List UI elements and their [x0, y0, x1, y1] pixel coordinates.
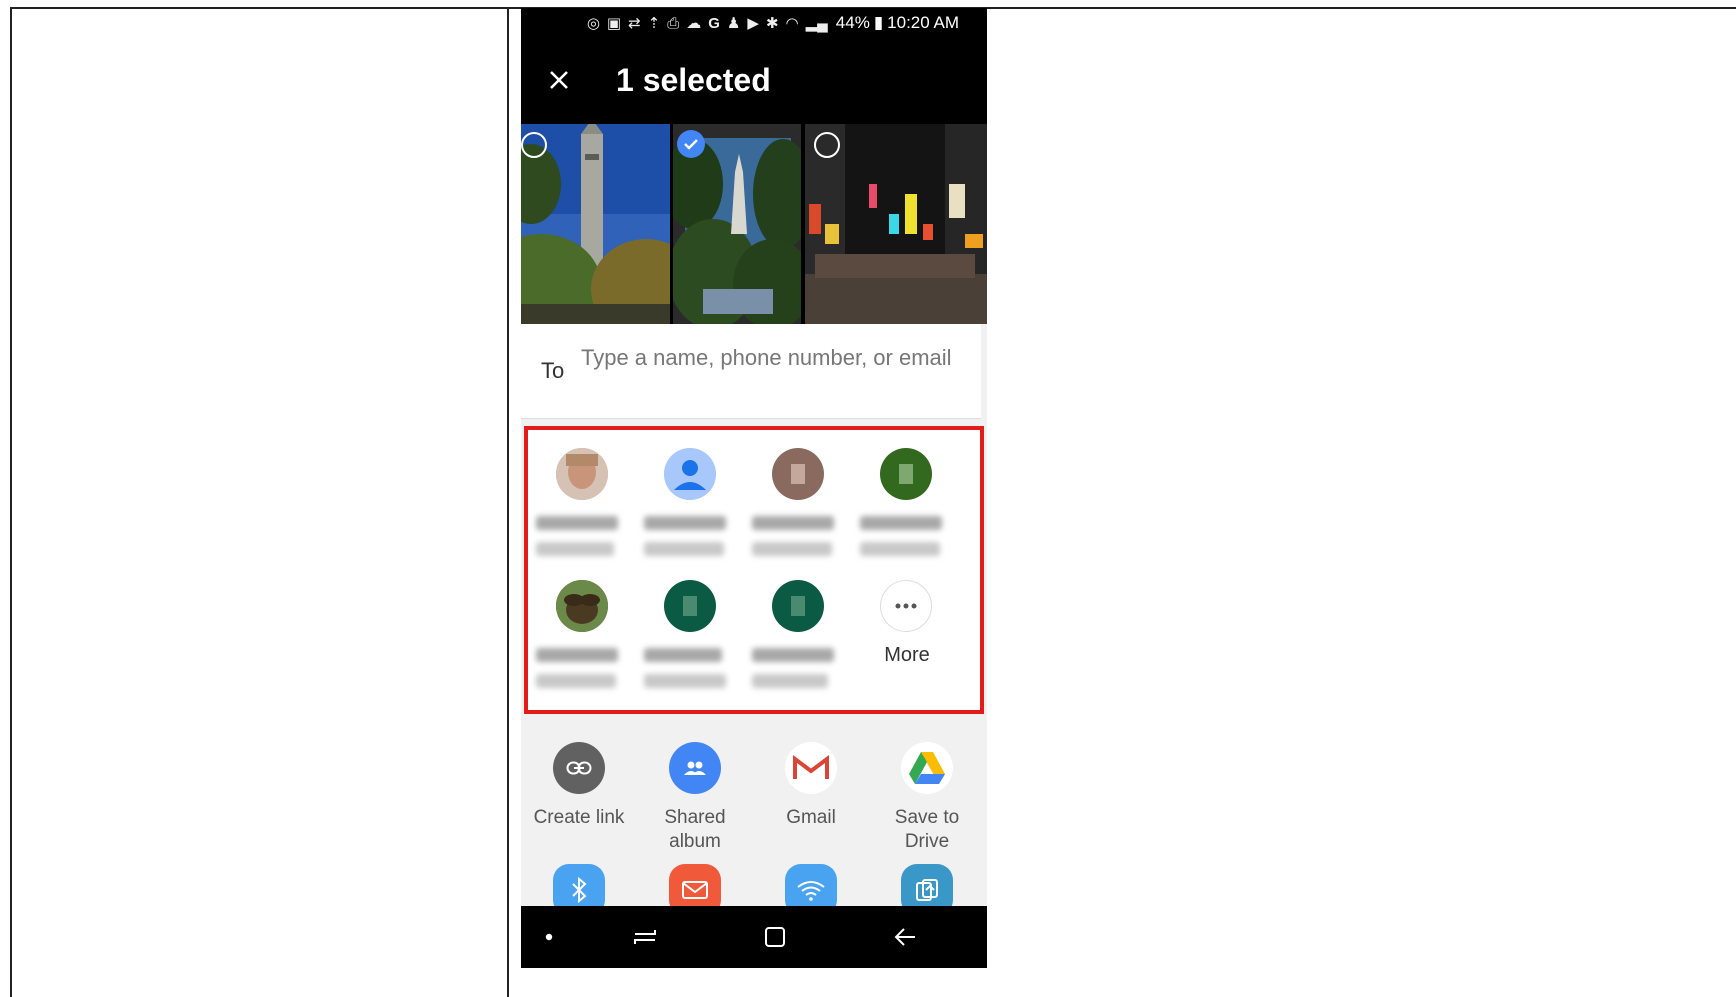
gmail-icon: [785, 742, 837, 794]
signal-icon: ▂▄: [805, 15, 828, 32]
contact-item[interactable]: [636, 562, 746, 702]
more-label: More: [884, 644, 930, 666]
contact-name: [536, 648, 618, 662]
dot-icon: [545, 933, 553, 941]
avatar: [880, 448, 932, 500]
cloud-icon: ☁: [686, 15, 702, 32]
suggested-contacts: More: [524, 426, 984, 714]
shared-album-button[interactable]: Shared album: [637, 742, 753, 854]
gmail-label: Gmail: [786, 807, 836, 828]
recent-apps-icon: [634, 930, 656, 944]
photo-select-circle[interactable]: [521, 132, 547, 158]
save-to-drive-button[interactable]: Save to Drive: [869, 742, 985, 854]
shared-album-label: Shared album: [664, 807, 726, 852]
notification-icon: ◎: [586, 15, 600, 32]
status-icons: ◎ ▣ ⇄ ⇡ ⎙ ☁ G ♟ ▶ ✱ ◠ ▂▄: [586, 14, 828, 33]
bluetooth-icon: ✱: [765, 15, 779, 32]
upload-icon: ⇡: [647, 15, 661, 32]
more-icon: [880, 580, 932, 632]
contact-item[interactable]: [528, 562, 638, 702]
avatar: [772, 580, 824, 632]
contact-detail: [644, 674, 726, 688]
contact-name: [644, 516, 726, 530]
contact-name: [644, 648, 722, 662]
contact-detail: [644, 542, 724, 556]
drive-icon: [901, 742, 953, 794]
battery-percent: 44%: [835, 13, 870, 32]
person-icon: ♟: [726, 15, 741, 32]
close-button[interactable]: [539, 60, 579, 100]
contact-item[interactable]: [852, 430, 962, 570]
app-bar: 1 selected: [521, 38, 987, 124]
shared-album-icon: [669, 742, 721, 794]
navigation-bar: [521, 906, 987, 968]
selection-title: 1 selected: [616, 62, 771, 98]
avatar: [556, 580, 608, 632]
night-street-photo[interactable]: [805, 124, 987, 324]
to-label: To: [541, 358, 565, 383]
contact-item[interactable]: [636, 430, 746, 570]
table-border-left: [10, 7, 12, 997]
avatar: [772, 448, 824, 500]
create-link-label: Create link: [533, 807, 625, 828]
contact-name: [860, 516, 942, 530]
sync-icon: ⇄: [628, 15, 641, 32]
status-bar: ◎ ▣ ⇄ ⇡ ⎙ ☁ G ♟ ▶ ✱ ◠ ▂▄ 44% ▮ 10:20 AM: [521, 8, 987, 38]
contact-detail: [752, 674, 828, 688]
avatar: [664, 448, 716, 500]
contact-detail: [536, 674, 616, 688]
battery-icon: ▮: [873, 13, 884, 32]
photo-strip: [521, 124, 987, 324]
wifi-icon: ◠: [785, 15, 799, 32]
nav-dot-button[interactable]: [529, 918, 569, 956]
status-time: 10:20 AM: [887, 13, 959, 32]
photo-select-circle[interactable]: [814, 132, 840, 158]
link-icon: [553, 742, 605, 794]
building-photo[interactable]: [673, 124, 801, 324]
tower-photo[interactable]: [521, 124, 670, 324]
back-button[interactable]: [885, 918, 925, 956]
avatar: [556, 448, 608, 500]
back-arrow-icon: [894, 928, 915, 946]
gallery-icon: ▣: [606, 15, 622, 32]
contact-name: [752, 516, 834, 530]
share-apps: Create link Shared album Gmail Save to D…: [521, 720, 987, 916]
recipient-input[interactable]: [581, 344, 961, 404]
play-icon: ▶: [747, 15, 759, 32]
contact-item[interactable]: [744, 562, 854, 702]
contact-item[interactable]: [744, 430, 854, 570]
home-button[interactable]: [755, 918, 795, 956]
more-contacts-button[interactable]: More: [852, 562, 962, 702]
close-icon: [550, 71, 568, 89]
phone-screen: ◎ ▣ ⇄ ⇡ ⎙ ☁ G ♟ ▶ ✱ ◠ ▂▄ 44% ▮ 10:20 AM …: [521, 8, 987, 968]
avatar: [664, 580, 716, 632]
contact-name: [752, 648, 834, 662]
gmail-button[interactable]: Gmail: [753, 742, 869, 830]
create-link-button[interactable]: Create link: [521, 742, 637, 830]
recipient-row: To: [521, 324, 981, 419]
table-border-divider: [507, 7, 509, 997]
bag-icon: ⎙: [667, 14, 680, 32]
check-icon: [684, 139, 698, 150]
save-to-drive-label: Save to Drive: [894, 807, 960, 852]
contact-detail: [752, 542, 832, 556]
home-icon: [765, 927, 785, 947]
contact-item[interactable]: [528, 430, 638, 570]
contact-name: [536, 516, 618, 530]
contact-detail: [536, 542, 614, 556]
photo-selected-check[interactable]: [677, 130, 705, 158]
google-icon: G: [708, 14, 720, 32]
person-icon: [664, 448, 716, 500]
recent-apps-button[interactable]: [625, 918, 665, 956]
contact-detail: [860, 542, 940, 556]
